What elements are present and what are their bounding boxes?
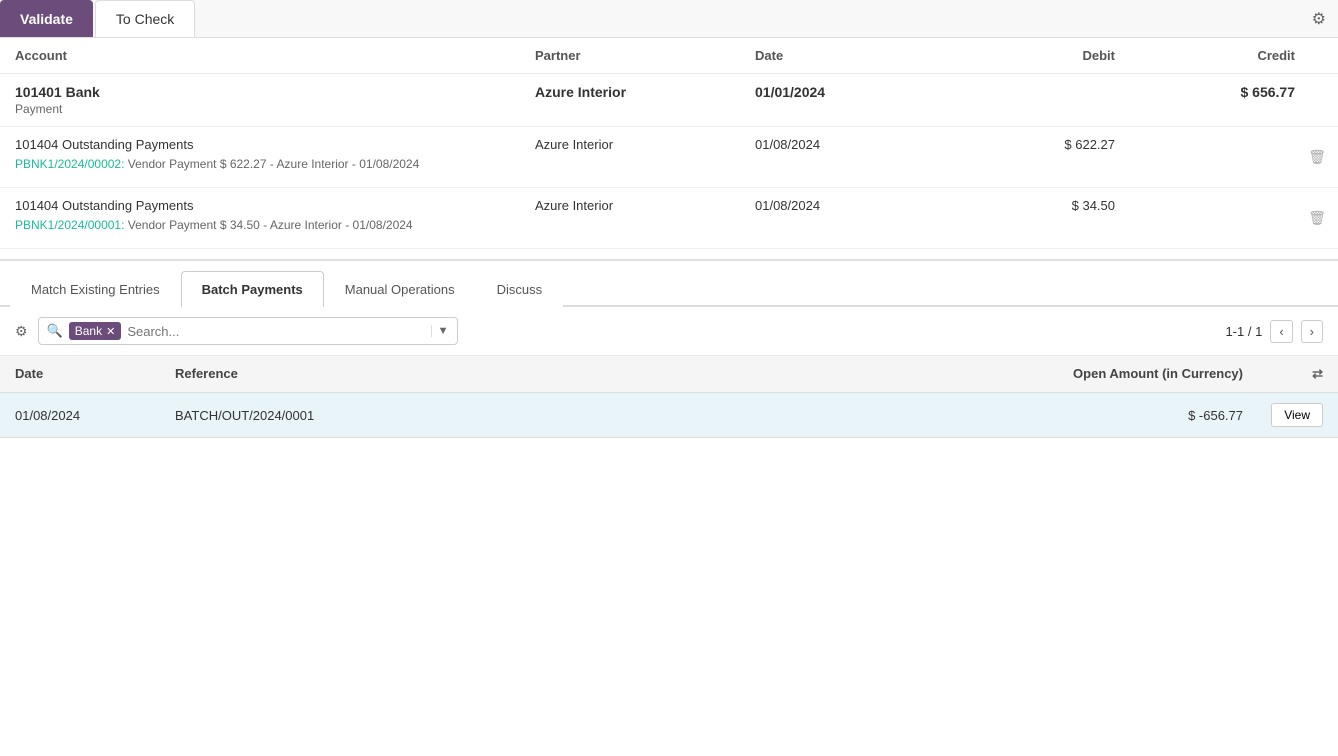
account-name: 101404 Outstanding Payments: [15, 137, 535, 152]
date-value: 01/08/2024: [755, 198, 935, 213]
tab-discuss[interactable]: Discuss: [476, 271, 564, 307]
batch-col-open-amount: Open Amount (in Currency): [963, 366, 1243, 382]
col-date: Date: [755, 48, 935, 63]
bottom-section: Match Existing Entries Batch Payments Ma…: [0, 271, 1338, 438]
batch-col-reference: Reference: [175, 366, 963, 382]
col-credit: Credit: [1115, 48, 1295, 63]
search-input[interactable]: [127, 324, 424, 339]
settings-icon-top[interactable]: ⚙: [1312, 9, 1326, 29]
to-check-tab[interactable]: To Check: [95, 0, 195, 37]
column-headers: Account Partner Date Debit Credit: [0, 38, 1338, 74]
search-icon: 🔍: [47, 323, 63, 339]
entry-link[interactable]: PBNK1/2024/00001:: [15, 218, 124, 232]
entry-link-desc: Vendor Payment $ 34.50 - Azure Interior …: [124, 218, 412, 232]
pagination-label: 1-1 / 1: [1225, 324, 1262, 339]
prev-page-button[interactable]: ‹: [1270, 320, 1292, 343]
settings-icon-col: ⇄: [1243, 366, 1323, 382]
batch-column-headers: Date Reference Open Amount (in Currency)…: [0, 356, 1338, 393]
batch-col-date: Date: [15, 366, 175, 382]
table-row: 101401 Bank Payment Azure Interior 01/01…: [0, 74, 1338, 127]
next-page-button[interactable]: ›: [1301, 320, 1323, 343]
col-settings-icon[interactable]: ⇄: [1312, 366, 1323, 382]
bottom-tabs-bar: Match Existing Entries Batch Payments Ma…: [0, 271, 1338, 307]
debit-value: $ 622.27: [935, 137, 1115, 152]
col-partner: Partner: [535, 48, 755, 63]
gear-icon-batch[interactable]: ⚙: [15, 323, 28, 340]
batch-toolbar: ⚙ 🔍 Bank ✕ ▼ 1-1 / 1 ‹ ›: [0, 307, 1338, 356]
filter-remove-icon[interactable]: ✕: [106, 325, 115, 338]
credit-value: $ 656.77: [1115, 84, 1295, 100]
table-row: 101404 Outstanding Payments PBNK1/2024/0…: [0, 127, 1338, 188]
col-account: Account: [15, 48, 535, 63]
batch-row-reference: BATCH/OUT/2024/0001: [175, 408, 963, 423]
tab-manual-operations[interactable]: Manual Operations: [324, 271, 476, 307]
col-debit: Debit: [935, 48, 1115, 63]
tab-batch-payments[interactable]: Batch Payments: [181, 271, 324, 307]
delete-icon[interactable]: 🗑: [1308, 149, 1326, 166]
account-name: 101404 Outstanding Payments: [15, 198, 535, 213]
account-sub: Payment: [15, 102, 535, 116]
pagination: 1-1 / 1 ‹ ›: [1225, 320, 1323, 343]
date-value: 01/08/2024: [755, 137, 935, 152]
search-bar: 🔍 Bank ✕ ▼: [38, 317, 458, 345]
filter-label: Bank: [75, 324, 102, 338]
dropdown-arrow-icon[interactable]: ▼: [431, 325, 449, 337]
reconciliation-table: Account Partner Date Debit Credit 101401…: [0, 38, 1338, 261]
batch-row-date: 01/08/2024: [15, 408, 175, 423]
table-row: 101404 Outstanding Payments PBNK1/2024/0…: [0, 188, 1338, 249]
account-cell: 101401 Bank Payment: [15, 84, 535, 116]
batch-row-amount: $ -656.77: [963, 408, 1243, 423]
partner-name: Azure Interior: [535, 198, 755, 213]
partner-name: Azure Interior: [535, 137, 755, 152]
view-button[interactable]: View: [1271, 403, 1323, 427]
date-value: 01/01/2024: [755, 84, 935, 100]
account-cell: 101404 Outstanding Payments PBNK1/2024/0…: [15, 137, 535, 171]
entry-link[interactable]: PBNK1/2024/00002:: [15, 157, 124, 171]
account-name: 101401 Bank: [15, 84, 535, 100]
filter-tag-bank: Bank ✕: [69, 322, 122, 340]
top-tabs-bar: Validate To Check ⚙: [0, 0, 1338, 38]
partner-name: Azure Interior: [535, 84, 755, 100]
account-cell: 101404 Outstanding Payments PBNK1/2024/0…: [15, 198, 535, 232]
entry-link-desc: Vendor Payment $ 622.27 - Azure Interior…: [124, 157, 419, 171]
tab-match-existing-entries[interactable]: Match Existing Entries: [10, 271, 181, 307]
delete-icon[interactable]: 🗑: [1308, 210, 1326, 227]
debit-value: $ 34.50: [935, 198, 1115, 213]
validate-button[interactable]: Validate: [0, 0, 93, 37]
batch-table-row: 01/08/2024 BATCH/OUT/2024/0001 $ -656.77…: [0, 393, 1338, 438]
